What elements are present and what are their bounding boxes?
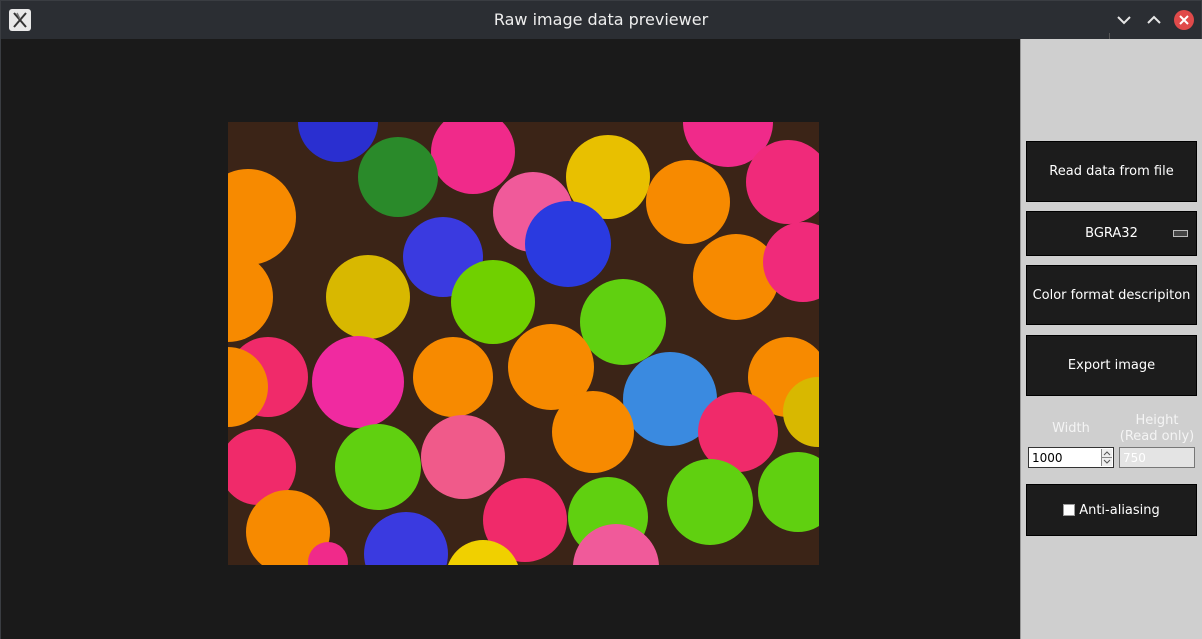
anti-aliasing-toggle[interactable]: Anti-aliasing — [1026, 484, 1197, 536]
preview-image — [228, 122, 819, 565]
width-value: 1000 — [1032, 451, 1063, 465]
dropdown-handle-icon — [1173, 230, 1188, 237]
read-data-button[interactable]: Read data from file — [1026, 141, 1197, 202]
height-field: 750 — [1119, 447, 1195, 468]
export-image-button[interactable]: Export image — [1026, 335, 1197, 396]
height-label: Height (Read only) — [1119, 413, 1195, 444]
height-value: 750 — [1123, 451, 1146, 465]
width-label: Width — [1052, 421, 1090, 436]
color-format-select[interactable]: BGRA32 — [1026, 211, 1197, 256]
width-input[interactable]: 1000 — [1028, 447, 1114, 468]
control-panel: Read data from file BGRA32 Color format … — [1020, 33, 1202, 639]
color-format-value: BGRA32 — [1085, 226, 1138, 241]
app-window: Raw image data previewer Read data from … — [0, 0, 1202, 639]
color-format-description-button[interactable]: Color format descripiton — [1026, 265, 1197, 325]
close-icon[interactable] — [1173, 9, 1195, 31]
checkbox-icon[interactable] — [1063, 504, 1076, 516]
window-title: Raw image data previewer — [493, 10, 709, 29]
minimize-icon[interactable] — [1113, 9, 1135, 31]
title-bar[interactable]: Raw image data previewer — [1, 1, 1201, 39]
preview-canvas[interactable] — [1, 39, 1020, 639]
anti-aliasing-label: Anti-aliasing — [1079, 502, 1160, 518]
maximize-icon[interactable] — [1143, 9, 1165, 31]
divider-marker — [1109, 33, 1110, 39]
spinner-arrows-icon[interactable] — [1101, 449, 1112, 466]
